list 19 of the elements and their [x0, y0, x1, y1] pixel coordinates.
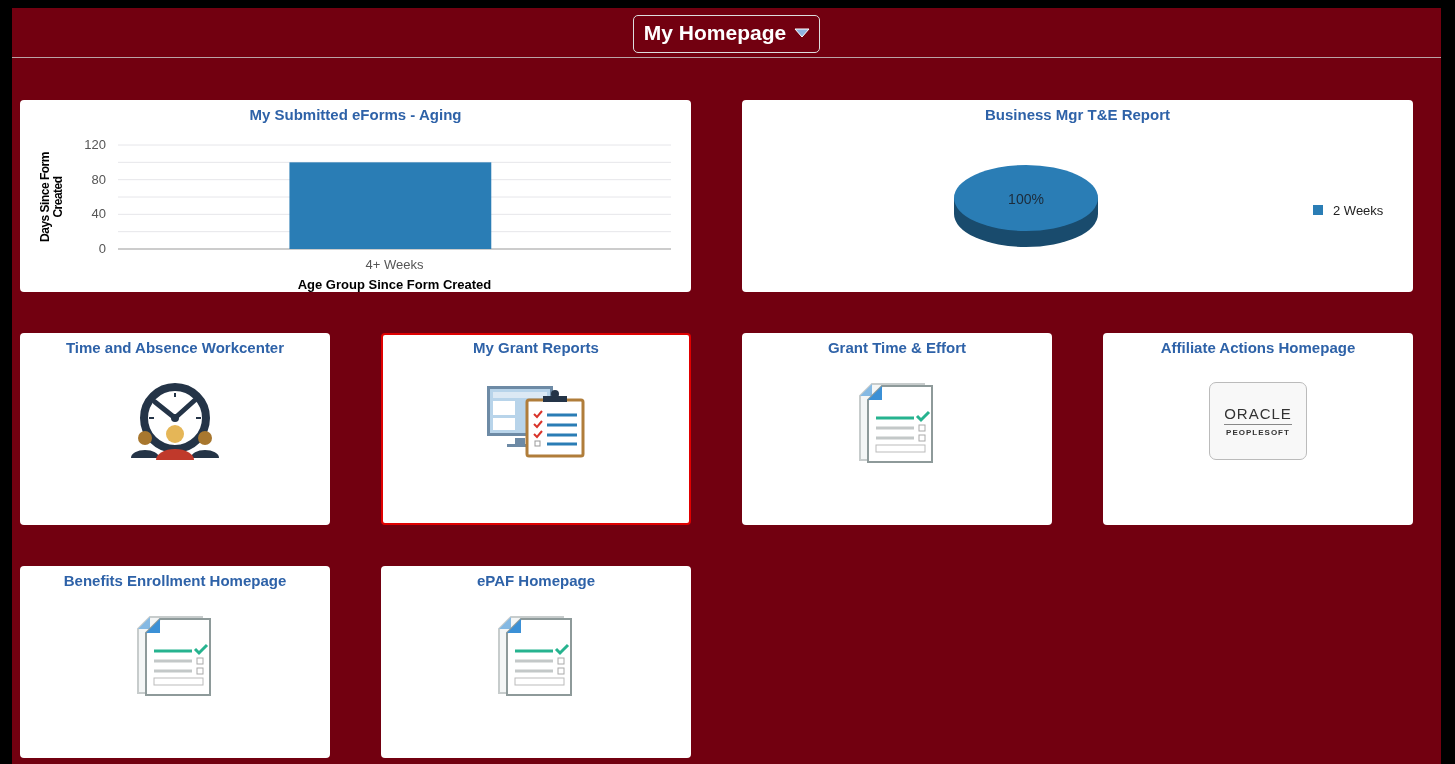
tile-title: Benefits Enrollment Homepage [63, 572, 287, 589]
x-axis-title: Age Group Since Form Created [297, 277, 491, 292]
tile-title: My Submitted eForms - Aging [249, 106, 462, 123]
tile-title: Time and Absence Workcenter [65, 339, 285, 356]
axis-tick-label: 120 [83, 137, 106, 152]
axis-tick-label: 0 [98, 241, 106, 256]
tile-title: ePAF Homepage [476, 572, 596, 589]
tile-title: Grant Time & Effort [827, 339, 967, 356]
y-axis-title: Days Since Form Created [37, 152, 65, 242]
axis-tick-label: 80 [91, 171, 106, 187]
legend-label: 2 Weeks [1332, 203, 1383, 218]
logo-wordmark: ORACLE [1224, 405, 1292, 425]
category-label: 4+ Weeks [365, 257, 423, 272]
slice-value-label: 100% [1007, 191, 1044, 207]
tile-title: My Grant Reports [473, 339, 599, 356]
tile-title: Business Mgr T&E Report [985, 106, 1170, 123]
logo-subtitle: PEOPLESOFT [1226, 428, 1290, 437]
tile-title: Affiliate Actions Homepage [1160, 339, 1356, 356]
axis-tick-label: 40 [91, 206, 106, 222]
